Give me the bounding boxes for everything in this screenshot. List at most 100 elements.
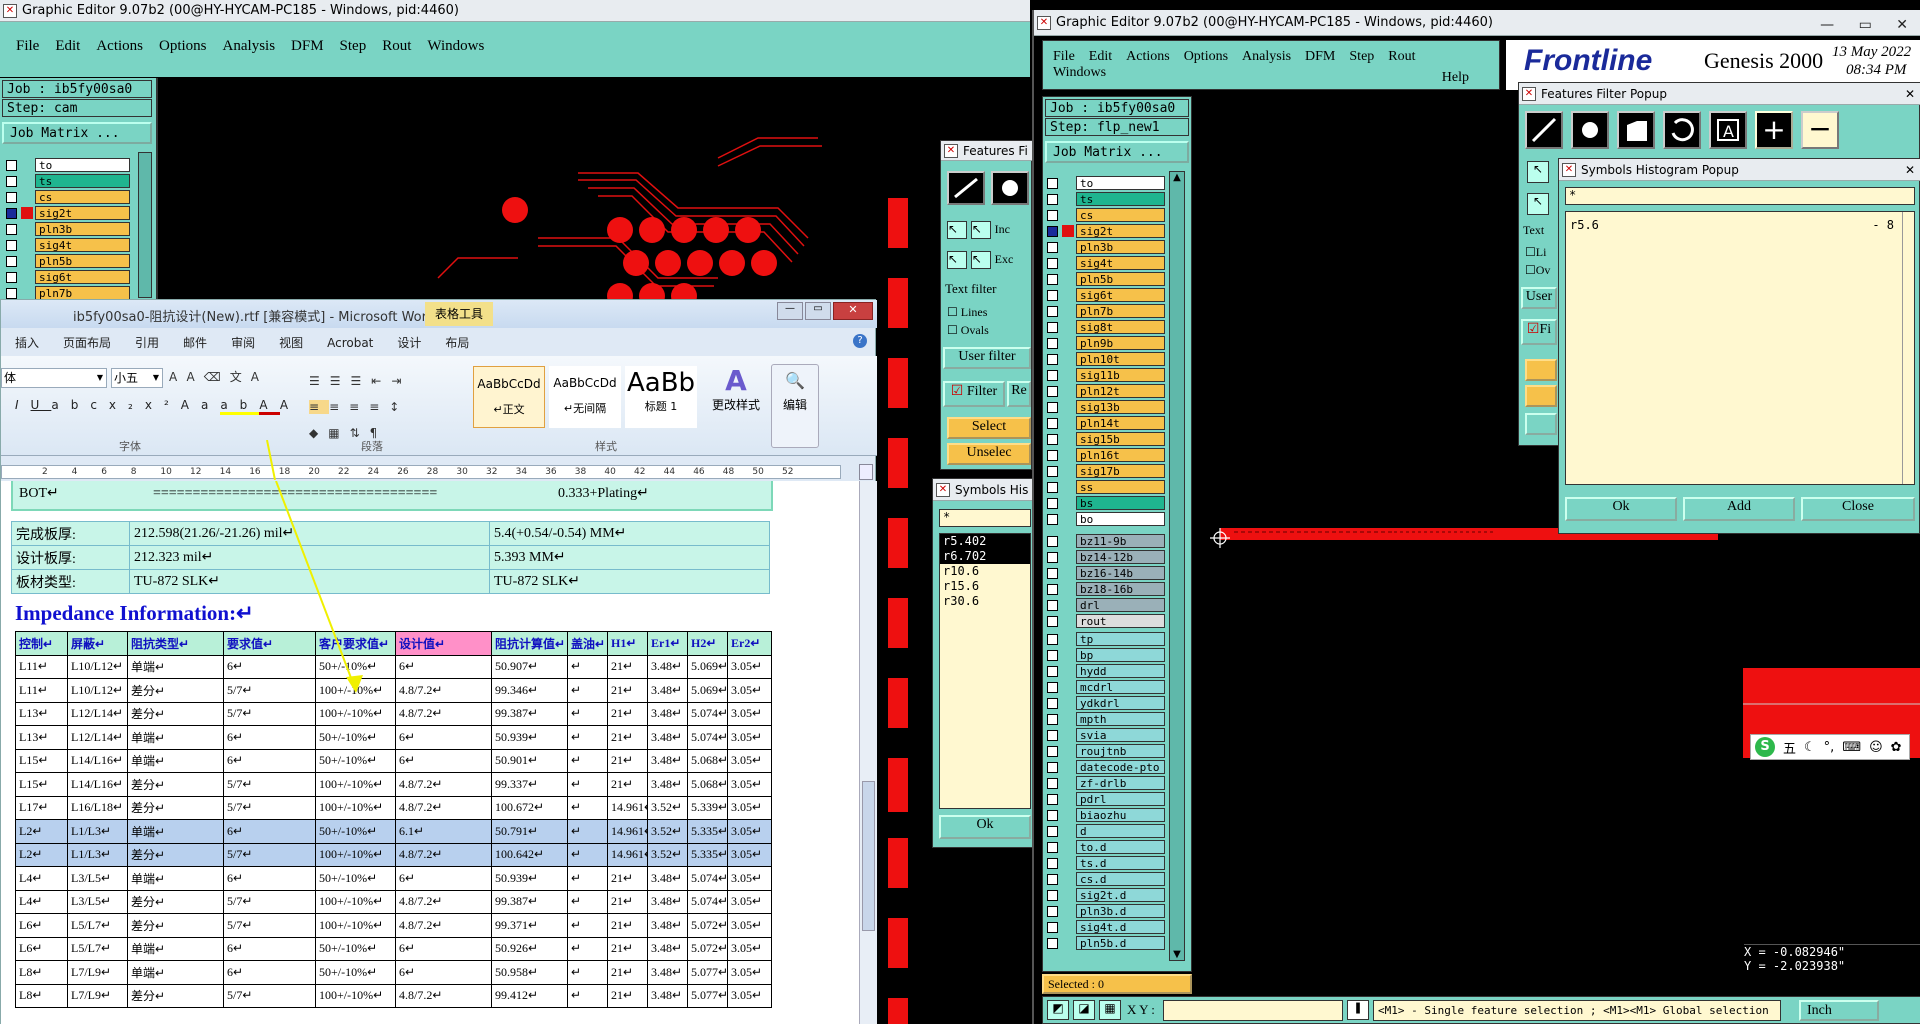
scroll-up-icon[interactable]: ▲ <box>1170 172 1184 183</box>
ribbon-tab[interactable]: 视图 <box>279 334 303 351</box>
layer-row[interactable]: sig17b <box>1043 463 1165 479</box>
layer-checkbox[interactable] <box>1047 649 1058 661</box>
reset-button[interactable]: Re <box>1007 381 1031 407</box>
layer-row[interactable]: sig6t <box>1043 287 1165 303</box>
symbol-item[interactable]: r6.702 <box>940 549 1030 564</box>
menu-options[interactable]: Options <box>1184 49 1228 65</box>
layer-checkbox[interactable] <box>6 175 17 187</box>
features-filter-popup-titlebar[interactable]: ✕ Features Filter Popup ✕ <box>1519 83 1920 105</box>
pad-feature-icon[interactable] <box>1571 111 1609 149</box>
close-icon[interactable]: ✕ <box>1905 159 1915 181</box>
layer-row[interactable]: pln16t <box>1043 447 1165 463</box>
shading-icon[interactable]: ◆ <box>309 426 328 440</box>
move-icon[interactable]: ↖ <box>970 251 991 269</box>
layer-row[interactable]: pln12t <box>1043 383 1165 399</box>
surface-feature-icon[interactable] <box>1617 111 1655 149</box>
line-spacing-icon[interactable]: ↕ <box>389 400 409 414</box>
document-page[interactable]: BOT↵ ===================================… <box>1 481 859 1024</box>
strikethrough-icon[interactable]: abc <box>51 398 109 412</box>
close-button[interactable] <box>1525 413 1557 435</box>
line-feature-icon[interactable] <box>1525 111 1563 149</box>
layer-checkbox[interactable] <box>6 191 17 203</box>
close-icon[interactable]: ✕ <box>833 302 873 320</box>
symbol-histogram-row[interactable]: r5.6 - 8 <box>1566 212 1914 238</box>
layer-checkbox[interactable] <box>1047 337 1058 349</box>
layer-row[interactable]: sig11b <box>1043 367 1165 383</box>
symbol-item[interactable]: r15.6 <box>940 579 1030 594</box>
layer-checkbox[interactable] <box>1047 567 1058 579</box>
layer-checkbox[interactable] <box>1047 921 1058 933</box>
layer-checkbox[interactable] <box>1047 353 1058 365</box>
left-layer-scrollbar[interactable] <box>138 152 152 298</box>
subscript-icon[interactable]: x₂ <box>109 398 145 412</box>
menu-edit[interactable]: Edit <box>1089 49 1112 65</box>
menu-dfm[interactable]: DFM <box>1305 49 1335 65</box>
user-filter-button[interactable]: User <box>1521 287 1557 309</box>
increase-indent-icon[interactable]: ⇥ <box>391 374 411 388</box>
left-window-titlebar[interactable]: ✕ Graphic Editor 9.07b2 (00@HY-HYCAM-PC1… <box>0 0 1030 22</box>
text-feature-icon[interactable]: A <box>1709 111 1747 149</box>
layer-checkbox[interactable] <box>1047 729 1058 741</box>
ribbon-tab[interactable]: 布局 <box>445 334 469 351</box>
layer-checkbox[interactable] <box>1047 225 1058 237</box>
layer-row[interactable]: cs.d <box>1043 871 1165 887</box>
layer-row[interactable]: cs <box>2 189 130 205</box>
layer-checkbox[interactable] <box>1047 713 1058 725</box>
layer-row[interactable]: pln14t <box>1043 415 1165 431</box>
punct-icon[interactable]: °, <box>1824 740 1835 755</box>
word-titlebar[interactable]: ib5fy00sa0-阻抗设计(New).rtf [兼容模式] - Micros… <box>1 300 877 328</box>
menu-edit[interactable]: Edit <box>55 38 80 55</box>
menu-step[interactable]: Step <box>1349 49 1374 65</box>
layer-row[interactable]: sig4t.d <box>1043 919 1165 935</box>
layer-row[interactable]: datecode-pto <box>1043 759 1165 775</box>
char-shading-icon[interactable]: A <box>280 398 300 412</box>
menu-file[interactable]: File <box>16 38 39 55</box>
layer-checkbox[interactable] <box>1047 857 1058 869</box>
close-button[interactable]: Close <box>1801 497 1915 521</box>
ovals-checkbox[interactable]: ☐Ov <box>1525 263 1550 278</box>
menu-analysis[interactable]: Analysis <box>223 38 276 55</box>
filter-toggle[interactable]: ☑Fi <box>1521 319 1557 345</box>
move-icon[interactable]: ↖ <box>947 221 967 239</box>
grow-font-icon[interactable]: A <box>169 370 187 384</box>
symbol-filter-input[interactable]: * <box>1565 187 1915 205</box>
menu-step[interactable]: Step <box>340 38 367 55</box>
help-icon[interactable]: ? <box>853 334 867 348</box>
menu-file[interactable]: File <box>1053 49 1075 65</box>
style-normal[interactable]: AaBbCcDd ↵正文 <box>473 366 545 428</box>
move-icon[interactable]: ↖ <box>947 251 967 269</box>
layer-row[interactable]: sig2t <box>1043 223 1165 239</box>
menu-actions[interactable]: Actions <box>1126 49 1170 65</box>
layer-row[interactable]: pdrl <box>1043 791 1165 807</box>
right-window-titlebar[interactable]: ✕ Graphic Editor 9.07b2 (00@HY-HYCAM-PC1… <box>1034 10 1920 36</box>
layer-checkbox[interactable] <box>1047 401 1058 413</box>
features-filter-back-title[interactable]: ✕ Features Fi <box>941 141 1033 161</box>
ovals-checkbox[interactable]: ☐ Ovals <box>947 323 989 338</box>
layer-checkbox[interactable] <box>1047 321 1058 333</box>
layer-row[interactable]: sig13b <box>1043 399 1165 415</box>
layer-checkbox[interactable] <box>1047 449 1058 461</box>
underline-icon[interactable]: U <box>31 398 52 412</box>
minimize-icon[interactable]: — <box>777 302 803 320</box>
word-vertical-scrollbar[interactable] <box>859 481 877 1024</box>
symbols-histogram-back-title[interactable]: ✕ Symbols His <box>933 479 1037 501</box>
layer-row[interactable]: bz11-9b <box>1043 533 1165 549</box>
style-no-spacing[interactable]: AaBbCcDd ↵无间隔 <box>549 366 621 428</box>
layer-checkbox[interactable] <box>1047 697 1058 709</box>
ok-button[interactable]: Ok <box>1565 497 1677 521</box>
menu-rout[interactable]: Rout <box>1388 49 1415 65</box>
ruler-toggle-icon[interactable] <box>859 464 873 480</box>
layer-checkbox[interactable] <box>1047 465 1058 477</box>
measure-icon[interactable]: ◪ <box>1073 1000 1095 1020</box>
symbols-back-filter-input[interactable]: * <box>939 509 1031 527</box>
symbol-item[interactable]: r5.402 <box>940 534 1030 549</box>
edit-group-button[interactable]: 🔍 编辑 <box>771 364 819 448</box>
decrease-indent-icon[interactable]: ⇤ <box>371 374 391 388</box>
clear-format-icon[interactable]: ⌫ <box>204 370 230 384</box>
arc-feature-icon[interactable] <box>1663 111 1701 149</box>
layer-row[interactable]: pln5b <box>2 253 130 269</box>
font-name-box[interactable]: 体 ▼ <box>1 368 107 388</box>
layer-checkbox[interactable] <box>1047 937 1058 949</box>
layer-row[interactable]: mcdrl <box>1043 679 1165 695</box>
justify-icon[interactable]: ≡ <box>369 400 389 414</box>
